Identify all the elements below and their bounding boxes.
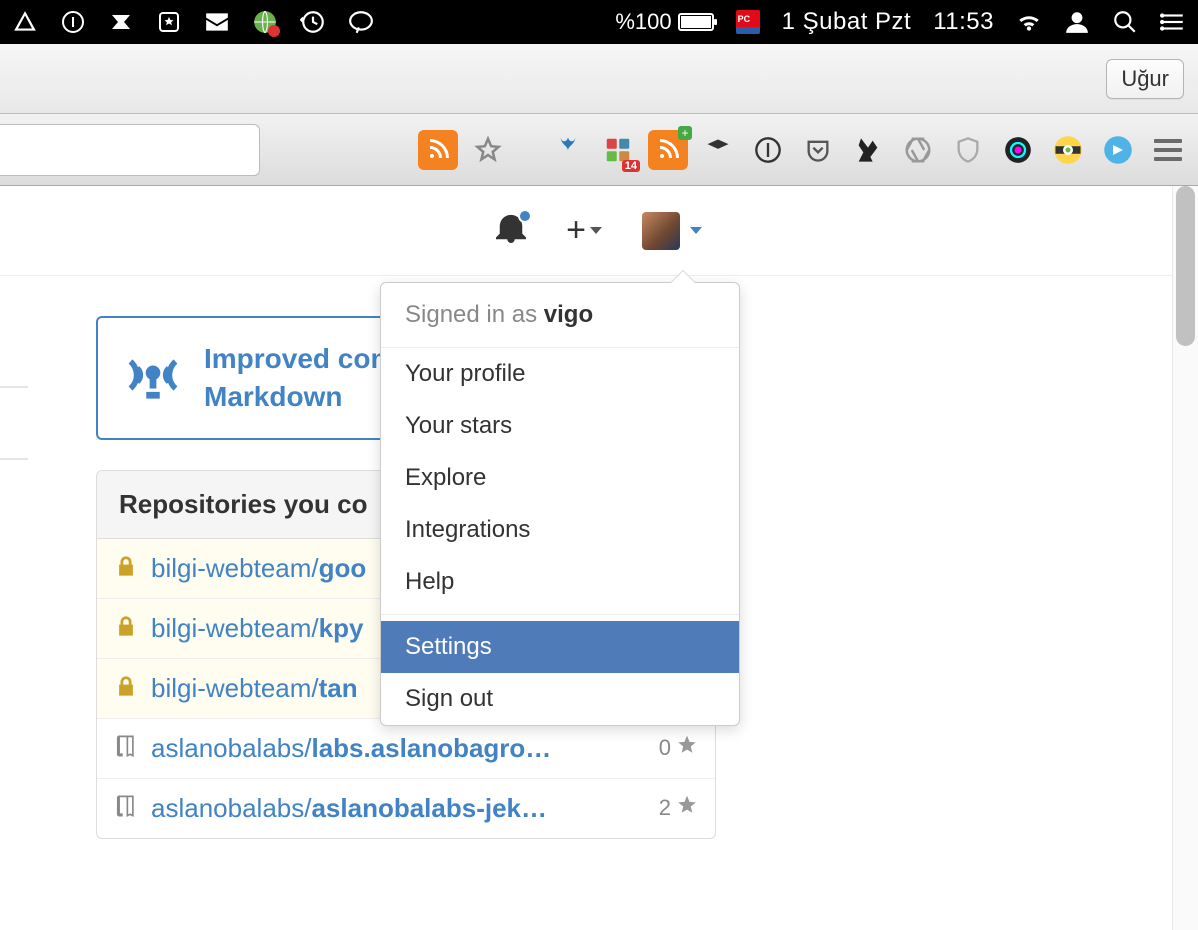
wifi-icon[interactable] — [1016, 9, 1042, 35]
create-new-button[interactable]: + — [566, 211, 602, 250]
browser-toolbar: 14 + — [0, 114, 1198, 186]
dropdown-item-signout[interactable]: Sign out — [381, 673, 739, 725]
password-manager-icon[interactable] — [60, 9, 86, 35]
lock-icon — [115, 613, 137, 644]
chat-icon[interactable] — [348, 9, 374, 35]
battery-icon — [678, 13, 714, 31]
globe-status-icon[interactable] — [252, 9, 278, 35]
user-dropdown-menu: Signed in as vigo Your profile Your star… — [380, 282, 740, 726]
dropdown-item-integrations[interactable]: Integrations — [381, 504, 739, 556]
bookmark-star-icon[interactable] — [468, 130, 508, 170]
bookmark-icon[interactable] — [156, 9, 182, 35]
app-icon-1[interactable] — [108, 9, 134, 35]
battery-indicator[interactable]: %100 — [615, 9, 713, 35]
page-scrollbar[interactable] — [1172, 186, 1198, 930]
dropdown-item-stars[interactable]: Your stars — [381, 400, 739, 452]
window-titlebar: Uğur — [0, 44, 1198, 114]
aperture-extension-icon[interactable] — [898, 130, 938, 170]
camera-extension-icon[interactable] — [998, 130, 1038, 170]
notifications-button[interactable] — [496, 213, 526, 248]
notification-dot-icon — [518, 209, 532, 223]
dropdown-item-explore[interactable]: Explore — [381, 452, 739, 504]
github-header: + — [0, 186, 1198, 276]
avatar-icon — [642, 212, 680, 250]
repo-stars: 2 — [659, 795, 697, 821]
onepassword-extension-icon[interactable] — [748, 130, 788, 170]
repo-link[interactable]: aslanobalabs/aslanobalabs-jek… — [151, 793, 645, 824]
star-icon — [677, 735, 697, 761]
caret-down-icon — [590, 227, 602, 234]
time-machine-icon[interactable] — [300, 9, 326, 35]
spotlight-search-icon[interactable] — [1112, 9, 1138, 35]
battery-percent-label: %100 — [615, 9, 671, 35]
extension-icon-1[interactable] — [548, 130, 588, 170]
mail-icon[interactable] — [204, 9, 230, 35]
lock-icon — [115, 673, 137, 704]
dropdown-separator — [381, 614, 739, 615]
caret-down-icon — [690, 227, 702, 234]
cloud-drive-icon[interactable] — [12, 9, 38, 35]
repo-icon — [115, 733, 137, 764]
rss-extension-icon[interactable] — [418, 130, 458, 170]
dropdown-signed-in: Signed in as vigo — [381, 283, 739, 348]
left-rail — [0, 386, 28, 530]
broadcast-icon — [126, 348, 180, 407]
user-menu-button[interactable] — [642, 212, 702, 250]
profile-name-button[interactable]: Uğur — [1106, 59, 1184, 99]
menubar-time[interactable]: 11:53 — [933, 8, 994, 36]
announcement-text: Improved com Markdown — [204, 340, 395, 416]
menubar-date[interactable]: 1 Şubat Pzt — [782, 8, 912, 36]
extension-icon-2[interactable]: 14 — [598, 130, 638, 170]
extension-icon-4[interactable] — [1098, 130, 1138, 170]
repo-icon — [115, 793, 137, 824]
extension-badge: 14 — [622, 160, 640, 172]
extension-icon-3[interactable] — [848, 130, 888, 170]
notification-center-icon[interactable] — [1160, 9, 1186, 35]
lock-icon — [115, 553, 137, 584]
shield-extension-icon[interactable] — [948, 130, 988, 170]
page-content: + Improved com Markdown Repositories you… — [0, 186, 1198, 930]
user-account-icon[interactable] — [1064, 9, 1090, 35]
dropdown-item-profile[interactable]: Your profile — [381, 348, 739, 400]
address-bar[interactable] — [0, 124, 260, 176]
repo-row[interactable]: aslanobalabs/aslanobalabs-jek… 2 — [97, 779, 715, 838]
star-icon — [677, 795, 697, 821]
repo-link[interactable]: aslanobalabs/labs.aslanobagro… — [151, 733, 645, 764]
pocket-extension-icon[interactable] — [798, 130, 838, 170]
buffer-extension-icon[interactable] — [698, 130, 738, 170]
macos-menubar: %100 1 Şubat Pzt 11:53 — [0, 0, 1198, 44]
input-source-flag-icon[interactable] — [736, 10, 760, 34]
repo-row[interactable]: aslanobalabs/labs.aslanobagro… 0 — [97, 719, 715, 779]
minion-extension-icon[interactable] — [1048, 130, 1088, 170]
rss-add-extension-icon[interactable]: + — [648, 130, 688, 170]
scrollbar-thumb[interactable] — [1176, 186, 1195, 346]
repo-stars: 0 — [659, 735, 697, 761]
browser-menu-icon[interactable] — [1148, 130, 1188, 170]
dropdown-item-help[interactable]: Help — [381, 556, 739, 608]
dropdown-item-settings[interactable]: Settings — [381, 621, 739, 673]
